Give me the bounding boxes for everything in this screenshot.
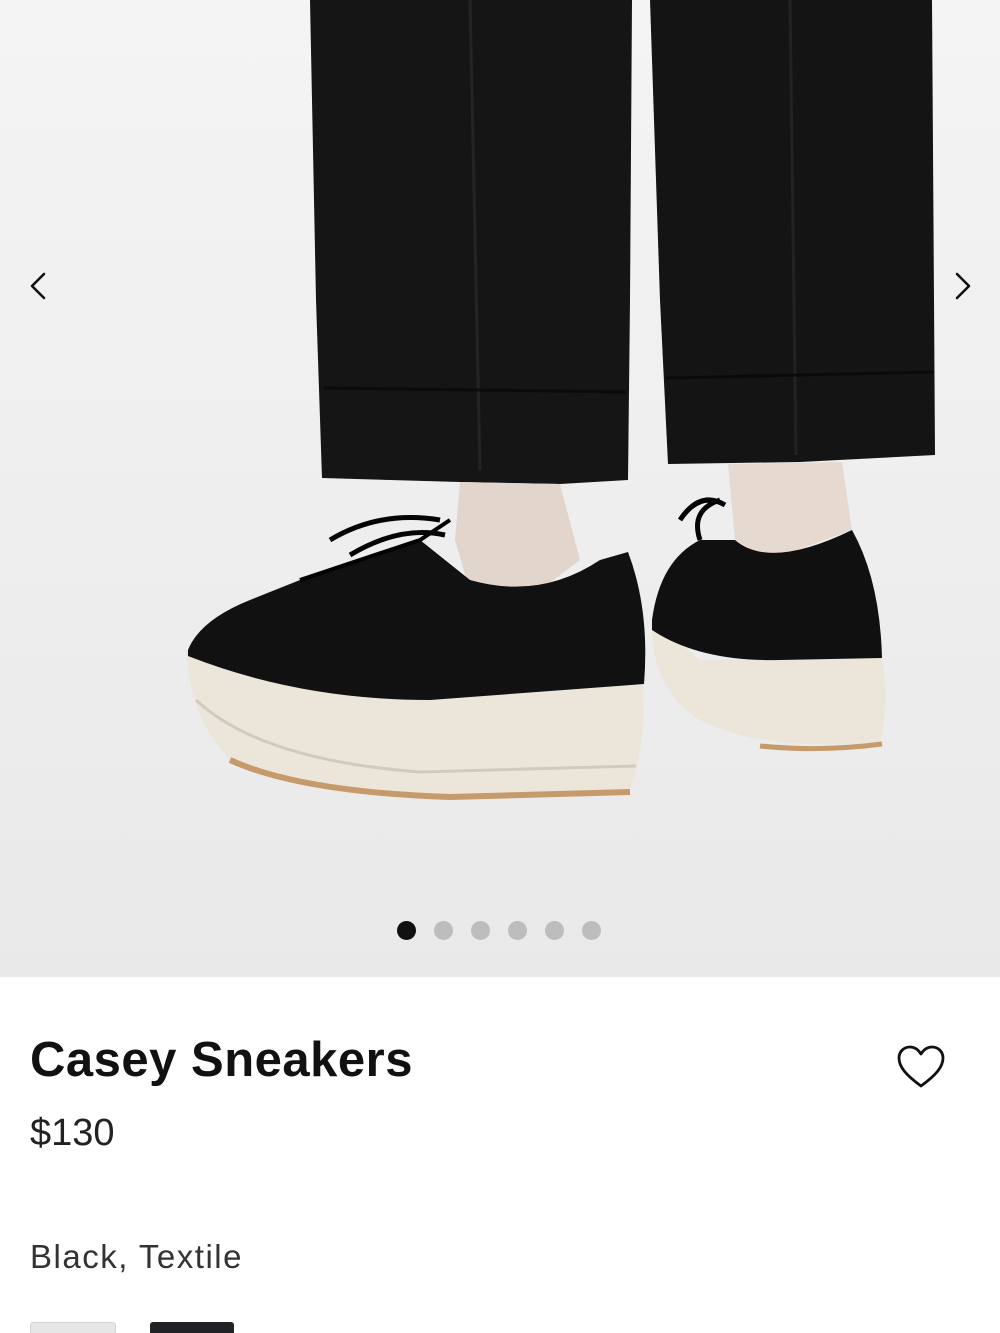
product-page: Casey Sneakers $130 Black, Textile [0,0,1000,1333]
pagination-dot-5[interactable] [545,921,564,940]
product-title: Casey Sneakers [30,1033,413,1087]
pagination-dot-6[interactable] [582,921,601,940]
product-image-gallery[interactable] [0,0,1000,977]
chevron-left-icon [30,272,46,300]
previous-image-button[interactable] [14,262,62,310]
chevron-right-icon [955,272,971,300]
white-swatch[interactable] [30,1322,116,1333]
pagination-dot-4[interactable] [508,921,527,940]
pagination-dot-3[interactable] [471,921,490,940]
heart-outline-icon [897,1045,945,1088]
color-material-label: Black, Textile [30,1238,243,1275]
pagination-dot-2[interactable] [434,921,453,940]
product-photo [0,0,1000,977]
pagination-dot-1[interactable] [397,921,416,940]
next-image-button[interactable] [939,262,987,310]
black-swatch[interactable] [150,1322,234,1333]
add-to-favorites-button[interactable] [894,1040,948,1094]
gallery-pagination [397,921,601,940]
product-price: $130 [30,1112,115,1154]
